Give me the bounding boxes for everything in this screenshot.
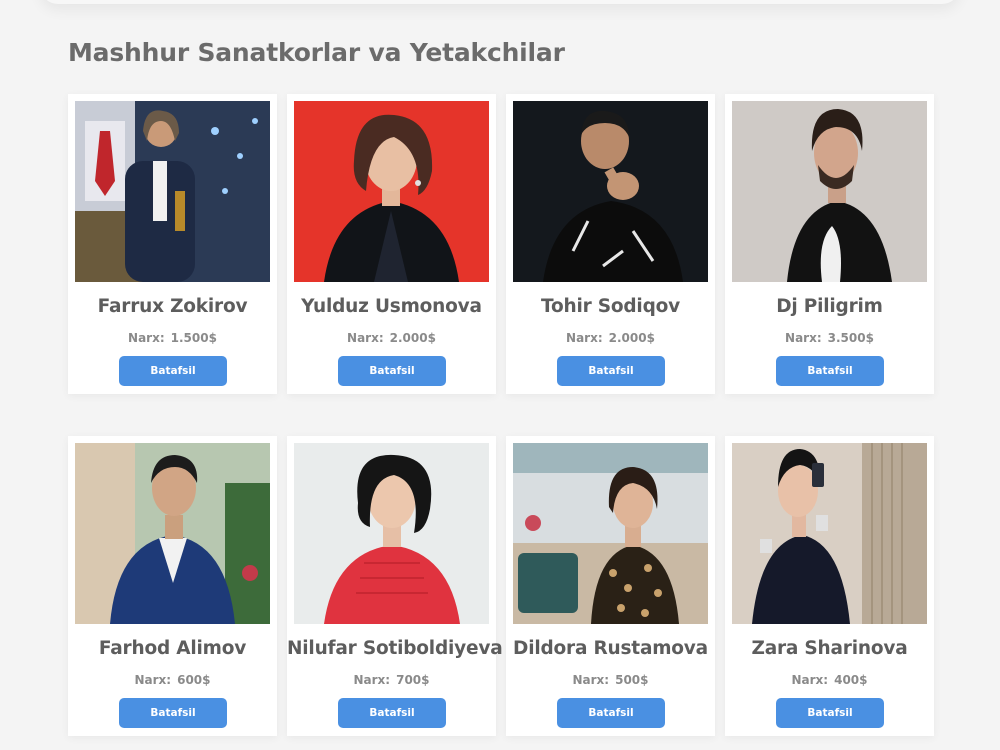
price-row: Narx: 2.000$ [506, 331, 715, 345]
artist-card: Nilufar Sotiboldiyeva Narx: 700$ Batafsil [287, 436, 503, 736]
artist-name: Dj Piligrim [776, 296, 883, 317]
price-label: Narx: [572, 673, 610, 687]
artist-name: Zara Sharinova [751, 638, 908, 659]
details-button[interactable]: Batafsil [338, 356, 446, 386]
details-button[interactable]: Batafsil [119, 356, 227, 386]
artist-name: Yulduz Usmonova [301, 296, 482, 317]
price-label: Narx: [785, 331, 822, 345]
artist-photo [294, 443, 489, 624]
artist-photo [732, 443, 927, 624]
artist-photo-image [75, 443, 270, 624]
artist-photo-image [75, 101, 270, 282]
price-row: Narx: 600$ [68, 673, 277, 687]
price-value: 3.500$ [827, 331, 874, 345]
artist-photo [513, 101, 708, 282]
price-row: Narx: 700$ [287, 673, 496, 687]
artist-photo-image [294, 443, 489, 624]
artist-card: Yulduz Usmonova Narx: 2.000$ Batafsil [287, 94, 496, 394]
price-label: Narx: [347, 331, 384, 345]
price-label: Narx: [128, 331, 165, 345]
artist-card: Zara Sharinova Narx: 400$ Batafsil [725, 436, 934, 736]
price-value: 500$ [615, 673, 649, 687]
price-value: 2.000$ [608, 331, 655, 345]
artist-photo [75, 443, 270, 624]
details-button[interactable]: Batafsil [338, 698, 446, 728]
price-row: Narx: 400$ [725, 673, 934, 687]
artist-photo [732, 101, 927, 282]
artist-photo-image [513, 101, 708, 282]
artist-photo-image [732, 443, 927, 624]
price-row: Narx: 2.000$ [287, 331, 496, 345]
artist-name: Farrux Zokirov [97, 296, 248, 317]
artist-card: Dj Piligrim Narx: 3.500$ Batafsil [725, 94, 934, 394]
artist-name: Tohir Sodiqov [541, 296, 680, 317]
artist-card: Tohir Sodiqov Narx: 2.000$ Batafsil [506, 94, 715, 394]
price-value: 2.000$ [389, 331, 436, 345]
artist-grid: Farrux Zokirov Narx: 1.500$ Batafsil Yuld… [68, 94, 936, 736]
price-label: Narx: [134, 673, 172, 687]
artist-photo [294, 101, 489, 282]
artist-card: Farhod Alimov Narx: 600$ Batafsil [68, 436, 277, 736]
section-title: Mashhur Sanatkorlar va Yetakchilar [68, 38, 565, 67]
price-row: Narx: 3.500$ [725, 331, 934, 345]
price-label: Narx: [791, 673, 829, 687]
price-value: 600$ [177, 673, 211, 687]
price-value: 1.500$ [170, 331, 217, 345]
details-button[interactable]: Batafsil [119, 698, 227, 728]
price-value: 700$ [396, 673, 430, 687]
details-button[interactable]: Batafsil [557, 356, 665, 386]
details-button[interactable]: Batafsil [557, 698, 665, 728]
artist-photo-image [513, 443, 708, 624]
artist-name: Dildora Rustamova [513, 638, 708, 659]
artist-name: Nilufar Sotiboldiyeva [287, 638, 503, 659]
artist-photo-image [732, 101, 927, 282]
price-label: Narx: [353, 673, 391, 687]
price-row: Narx: 1.500$ [68, 331, 277, 345]
page: Mashhur Sanatkorlar va Yetakchilar Farru… [0, 0, 1000, 750]
artist-card: Farrux Zokirov Narx: 1.500$ Batafsil [68, 94, 277, 394]
price-row: Narx: 500$ [506, 673, 715, 687]
price-label: Narx: [566, 331, 603, 345]
artist-card: Dildora Rustamova Narx: 500$ Batafsil [506, 436, 715, 736]
details-button[interactable]: Batafsil [776, 356, 884, 386]
artist-photo [75, 101, 270, 282]
artist-name: Farhod Alimov [98, 638, 247, 659]
artist-photo [513, 443, 708, 624]
price-value: 400$ [834, 673, 868, 687]
top-bar [40, 0, 960, 4]
details-button[interactable]: Batafsil [776, 698, 884, 728]
artist-photo-image [294, 101, 489, 282]
